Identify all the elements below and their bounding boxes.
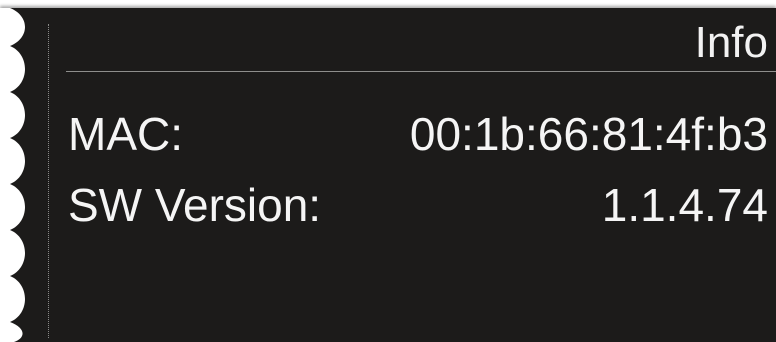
mac-label: MAC:	[68, 108, 183, 160]
sw-version-label: SW Version:	[68, 179, 322, 231]
dotted-separator	[48, 24, 49, 338]
sw-version-row: SW Version: 1.1.4.74	[68, 177, 768, 233]
mac-row: MAC: 00:1b:66:81:4f:b3	[68, 106, 768, 162]
info-screen: Info MAC: 00:1b:66:81:4f:b3 SW Version: …	[0, 0, 776, 342]
panel-title: Info	[694, 18, 768, 67]
torn-edge-decoration	[0, 8, 25, 342]
sw-version-value: 1.1.4.74	[601, 179, 768, 231]
title-divider	[66, 71, 776, 72]
mac-value: 00:1b:66:81:4f:b3	[409, 108, 768, 160]
info-panel: Info MAC: 00:1b:66:81:4f:b3 SW Version: …	[0, 8, 776, 342]
